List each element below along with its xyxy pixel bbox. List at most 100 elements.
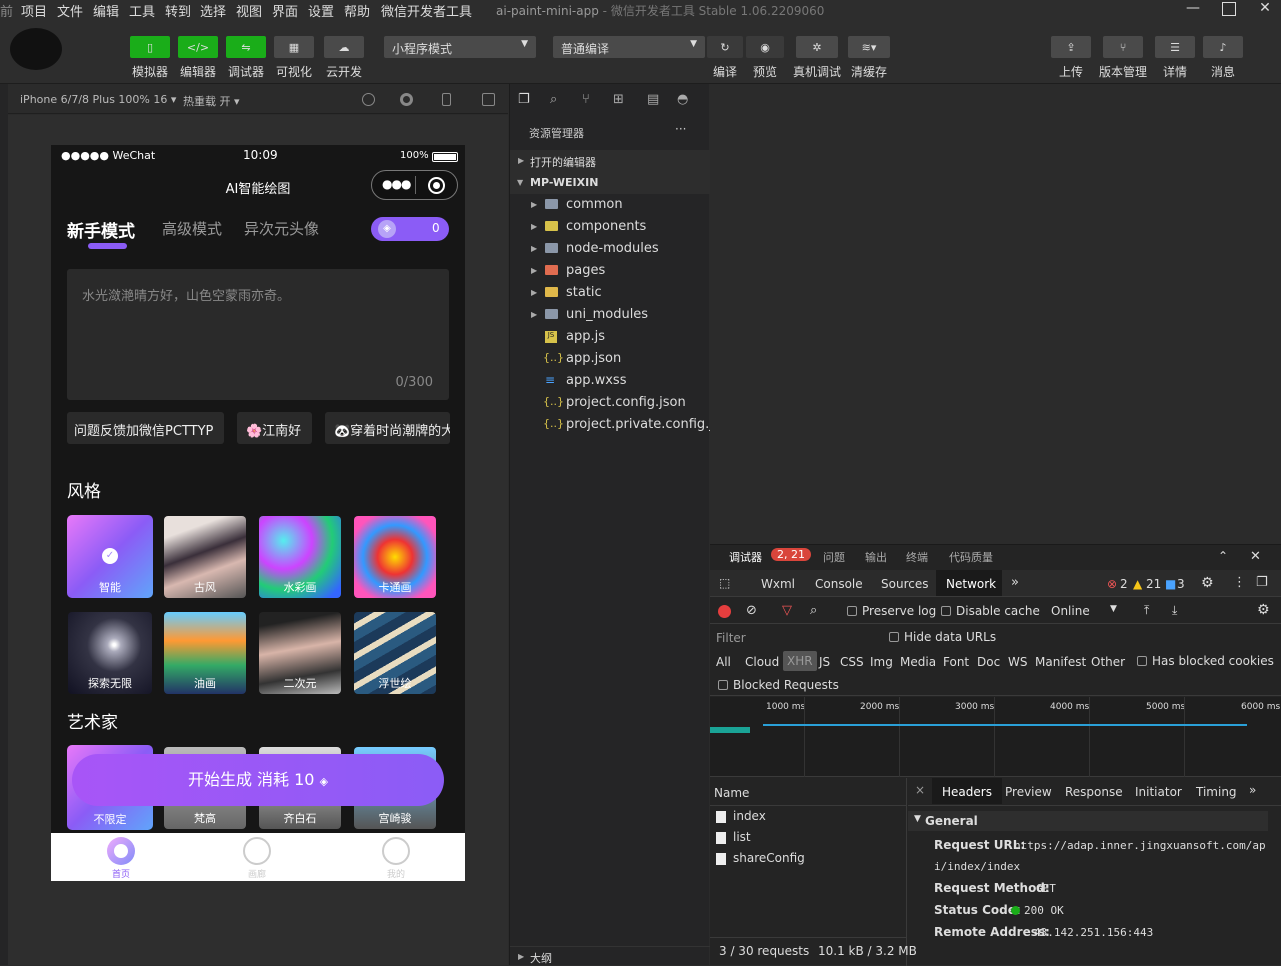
menu-tools[interactable]: 工具: [129, 1, 155, 20]
kebab-icon[interactable]: ⋮: [1233, 575, 1246, 590]
version-button[interactable]: ⑂: [1103, 36, 1143, 58]
tab-home[interactable]: 首页: [91, 867, 151, 880]
clear-icon[interactable]: ⊘: [746, 603, 757, 618]
tab-wxml[interactable]: Wxml: [761, 577, 795, 591]
files-icon[interactable]: ❐: [518, 92, 534, 108]
folder-common[interactable]: ▶ common: [510, 194, 710, 216]
menu-interface[interactable]: 界面: [272, 1, 298, 20]
file-project-private-config[interactable]: {..} project.private.config.js...: [510, 414, 732, 436]
more-tabs-icon[interactable]: »: [1011, 575, 1019, 590]
chip-fashion[interactable]: 🐼穿着时尚潮牌的大: [325, 412, 450, 444]
caret-down-icon[interactable]: ▼: [1110, 604, 1117, 614]
generate-button[interactable]: 开始生成 消耗 10 ◈: [72, 754, 444, 806]
tab-debugger[interactable]: 调试器: [729, 549, 762, 565]
upload-button[interactable]: ⇪: [1051, 36, 1091, 58]
chip-feedback[interactable]: 问题反馈加微信PCTTYP: [67, 412, 224, 444]
tab-mine[interactable]: 我的: [366, 867, 426, 880]
git-icon[interactable]: ⑂: [582, 92, 598, 108]
network-settings-icon[interactable]: ⚙: [1257, 602, 1270, 618]
style-smart[interactable]: ✓ 智能: [67, 515, 153, 598]
preview-button[interactable]: ◉: [746, 36, 784, 58]
messages-button[interactable]: ♪: [1203, 36, 1243, 58]
tab-advanced[interactable]: 高级模式: [162, 218, 222, 239]
folder-static[interactable]: ▶ static: [510, 282, 710, 304]
open-editors[interactable]: ▶ 打开的编辑器: [510, 150, 710, 172]
close-capsule-icon[interactable]: [428, 177, 445, 194]
clear-cache-button[interactable]: ≋▾: [848, 36, 890, 58]
simulator-button[interactable]: ▯: [130, 36, 170, 58]
folder-components[interactable]: ▶ components: [510, 216, 710, 238]
points-badge[interactable]: ◈ 0: [371, 217, 449, 241]
tab-issues[interactable]: 问题: [823, 549, 845, 565]
capsule-menu[interactable]: ●●●: [371, 170, 458, 200]
menu-file[interactable]: 文件: [57, 1, 83, 20]
window-icon[interactable]: [482, 93, 495, 106]
reload-icon[interactable]: [362, 93, 375, 106]
editor-button[interactable]: </>: [178, 36, 218, 58]
style-watercolor[interactable]: 水彩画: [259, 516, 341, 598]
blocked-requests-checkbox[interactable]: Blocked Requests: [718, 678, 839, 692]
file-project-config[interactable]: {..} project.config.json: [510, 392, 710, 414]
visual-button[interactable]: ▦: [274, 36, 314, 58]
prompt-input[interactable]: 水光潋滟晴方好，山色空蒙雨亦奇。 0/300: [67, 269, 449, 400]
cloud-button[interactable]: ☁: [324, 36, 364, 58]
search-icon[interactable]: ⌕: [810, 603, 817, 618]
close-panel-icon[interactable]: ✕: [1250, 549, 1261, 564]
device-select[interactable]: iPhone 6/7/8 Plus 100% 16 ▾: [20, 93, 176, 106]
type-xhr[interactable]: XHR: [783, 651, 817, 671]
outline-section[interactable]: ▶ 大纲: [510, 946, 710, 965]
more-tabs-icon[interactable]: »: [1249, 783, 1256, 797]
file-app-js[interactable]: JS app.js: [510, 326, 710, 348]
menu-wechat-devtools[interactable]: 微信开发者工具: [381, 1, 472, 20]
avatar[interactable]: [10, 28, 62, 70]
search-icon[interactable]: ⌕: [550, 92, 566, 108]
menu-goto[interactable]: 转到: [165, 1, 191, 20]
menu-help[interactable]: 帮助: [344, 1, 370, 20]
hot-reload-toggle[interactable]: 热重载 开 ▾: [183, 93, 240, 109]
details-button[interactable]: ☰: [1155, 36, 1195, 58]
menu-view[interactable]: 视图: [236, 1, 262, 20]
style-anime[interactable]: 二次元: [259, 612, 341, 694]
docker-icon[interactable]: ◓: [677, 92, 693, 108]
request-row[interactable]: shareConfig: [716, 851, 805, 865]
folder-pages[interactable]: ▶ pages: [510, 260, 710, 282]
file-app-json[interactable]: {..} app.json: [510, 348, 710, 370]
type-other[interactable]: Other: [1091, 655, 1125, 669]
request-row[interactable]: list: [716, 830, 751, 844]
name-column-header[interactable]: Name: [714, 786, 749, 800]
tab-gallery[interactable]: 画廊: [227, 867, 287, 880]
tab-console[interactable]: Console: [815, 577, 863, 591]
throttle-select[interactable]: Online: [1051, 604, 1090, 618]
type-all[interactable]: All: [716, 655, 731, 669]
collapse-up-icon[interactable]: ⌃: [1218, 549, 1228, 563]
folder-uni-modules[interactable]: ▶ uni_modules: [510, 304, 710, 326]
type-cloud[interactable]: Cloud: [745, 655, 779, 669]
more-dots-icon[interactable]: ●●●: [382, 177, 411, 191]
compile-button[interactable]: ↻: [707, 36, 743, 58]
tab-avatar[interactable]: 异次元头像: [244, 218, 319, 239]
type-css[interactable]: CSS: [840, 655, 864, 669]
extensions-icon[interactable]: ⊞: [613, 92, 629, 108]
type-js[interactable]: JS: [819, 655, 830, 669]
tab-output[interactable]: 输出: [865, 549, 887, 565]
request-row[interactable]: index: [716, 809, 766, 823]
dock-icon[interactable]: ❐: [1256, 575, 1268, 590]
record-stop-icon[interactable]: [718, 605, 731, 618]
menu-select[interactable]: 选择: [200, 1, 226, 20]
type-font[interactable]: Font: [943, 655, 969, 669]
menu-project[interactable]: 项目: [21, 1, 47, 20]
maximize-icon[interactable]: [1218, 0, 1240, 18]
folder-node-modules[interactable]: ▶ node-modules: [510, 238, 710, 260]
preserve-log-checkbox[interactable]: Preserve log: [847, 604, 936, 618]
hide-data-urls-checkbox[interactable]: Hide data URLs: [889, 630, 996, 644]
storage-icon[interactable]: ▤: [647, 92, 663, 108]
style-ukiyoe[interactable]: 浮世绘: [354, 612, 436, 694]
more-icon[interactable]: ···: [675, 122, 686, 136]
tab-timing[interactable]: Timing: [1196, 785, 1237, 799]
real-debug-button[interactable]: ✲: [796, 36, 838, 58]
type-media[interactable]: Media: [900, 655, 936, 669]
mode-select[interactable]: 小程序模式 ▼: [384, 36, 536, 58]
record-icon[interactable]: [400, 93, 413, 106]
style-oil[interactable]: 油画: [164, 612, 246, 694]
style-cartoon[interactable]: 卡通画: [354, 516, 436, 598]
